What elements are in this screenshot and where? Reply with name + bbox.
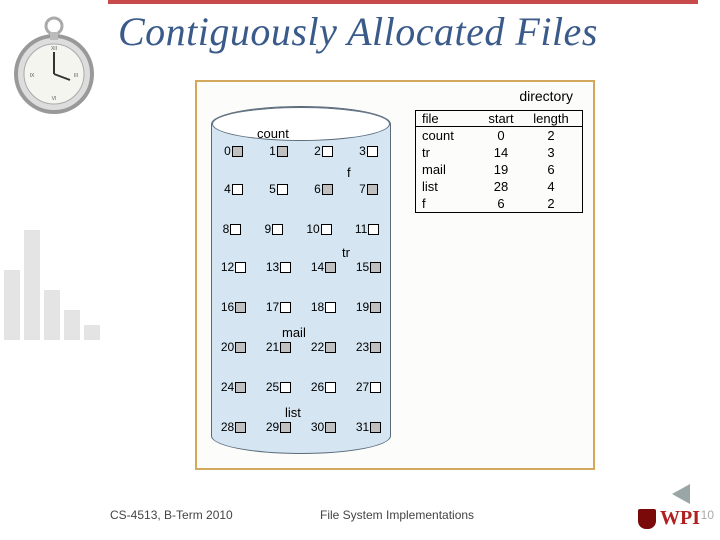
directory-row: count02: [416, 127, 582, 144]
directory-row: list284: [416, 178, 582, 195]
file-label-list: list: [285, 405, 301, 420]
logo-text: WPI: [660, 507, 700, 530]
disk-block: 31: [356, 420, 381, 434]
disk-block: 14: [311, 260, 336, 274]
col-start: start: [476, 111, 526, 126]
svg-text:VI: VI: [52, 96, 57, 102]
disk-row: 4 5 6 7: [211, 182, 391, 196]
shield-icon: [638, 509, 656, 529]
header-rule: [108, 0, 698, 4]
col-file: file: [416, 111, 476, 126]
directory-title: directory: [519, 88, 573, 104]
directory-row: f62: [416, 195, 582, 212]
allocation-diagram: count f tr mail list 0123456789101112131…: [195, 80, 595, 470]
file-label-mail: mail: [282, 325, 306, 340]
disk-row: 20 21 22 23: [211, 340, 391, 354]
disk-block: 8: [223, 222, 242, 236]
disk-block: 12: [221, 260, 246, 274]
disk-row: 0 1 2 3: [211, 144, 391, 158]
disk-block: 1: [269, 144, 288, 158]
decorative-bars: [4, 140, 104, 340]
disk-block: 25: [266, 380, 291, 394]
disk-cylinder: [211, 106, 391, 454]
disk-block: 16: [221, 300, 246, 314]
disk-block: 15: [356, 260, 381, 274]
disk-block: 22: [311, 340, 336, 354]
disk-row: 12 13 14 15: [211, 260, 391, 274]
footer-topic: File System Implementations: [320, 508, 474, 522]
disk-block: 11: [355, 222, 379, 236]
disk-block: 24: [221, 380, 246, 394]
disk-block: 0: [224, 144, 243, 158]
footer-course: CS-4513, B-Term 2010: [110, 508, 233, 522]
col-length: length: [526, 111, 576, 126]
disk-block: 17: [266, 300, 291, 314]
disk-block: 27: [356, 380, 381, 394]
disk-block: 18: [311, 300, 336, 314]
directory-row: tr143: [416, 144, 582, 161]
disk-row: 24 25 26 27: [211, 380, 391, 394]
disk-block: 10: [306, 222, 331, 236]
disk-row: 8 9 10 11: [211, 222, 391, 236]
pocket-watch-image: XII III VI IX: [8, 8, 100, 118]
wpi-logo: WPI: [638, 507, 700, 530]
disk-block: 26: [311, 380, 336, 394]
disk-block: 29: [266, 420, 291, 434]
svg-text:IX: IX: [30, 73, 35, 79]
disk-block: 19: [356, 300, 381, 314]
file-label-f: f: [347, 165, 351, 180]
slide-number: 10: [701, 508, 714, 522]
directory-row: mail196: [416, 161, 582, 178]
disk-block: 20: [221, 340, 246, 354]
disk-row: 28 29 30 31: [211, 420, 391, 434]
disk-block: 21: [266, 340, 291, 354]
file-label-count: count: [257, 126, 289, 141]
disk-block: 13: [266, 260, 291, 274]
disk-block: 2: [314, 144, 333, 158]
disk-block: 30: [311, 420, 336, 434]
disk-block: 7: [359, 182, 378, 196]
disk-row: 16 17 18 19: [211, 300, 391, 314]
svg-text:XII: XII: [51, 46, 57, 52]
disk-block: 5: [269, 182, 288, 196]
back-arrow-icon[interactable]: [672, 484, 690, 504]
svg-text:III: III: [74, 73, 78, 79]
disk-block: 23: [356, 340, 381, 354]
directory-table: file start length count02tr143mail196lis…: [415, 110, 583, 213]
slide-title: Contiguously Allocated Files: [118, 8, 598, 55]
disk-block: 28: [221, 420, 246, 434]
disk-block: 3: [359, 144, 378, 158]
file-label-tr: tr: [342, 245, 350, 260]
disk-block: 9: [264, 222, 283, 236]
disk-block: 4: [224, 182, 243, 196]
disk-block: 6: [314, 182, 333, 196]
